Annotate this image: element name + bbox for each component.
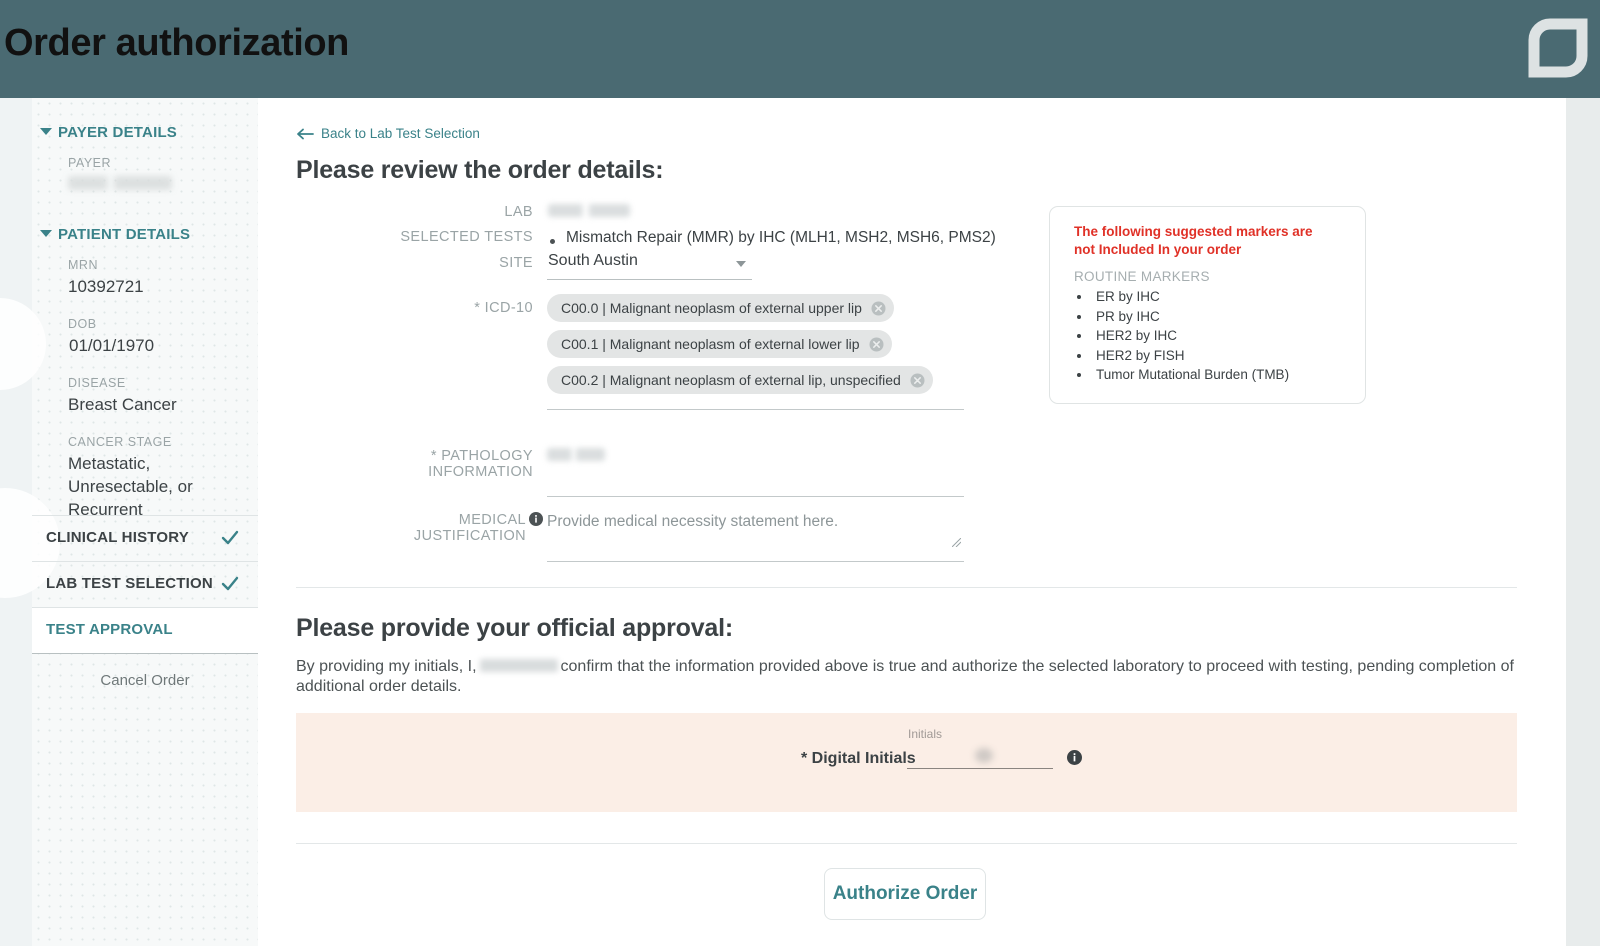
sidebar-group-patient-label: PATIENT DETAILS [58, 226, 191, 243]
icd10-chip-label: C00.0 | Malignant neoplasm of external u… [561, 300, 862, 316]
marker-item: Tumor Mutational Burden (TMB) [1092, 365, 1289, 385]
icd10-input-underline[interactable] [547, 409, 964, 410]
chevron-down-icon [40, 128, 52, 135]
info-icon[interactable] [1067, 750, 1082, 765]
dob-label: DOB [68, 317, 97, 331]
disease-value: Breast Cancer [68, 395, 177, 414]
dob-value: 01/01/1970 [69, 336, 155, 355]
digital-initials-input[interactable] [907, 745, 1053, 769]
payer-field-label: PAYER [68, 156, 112, 170]
icd10-chip[interactable]: C00.1 | Malignant neoplasm of external l… [547, 330, 892, 358]
site-selected-value: South Austin [548, 252, 638, 269]
marker-item: HER2 by IHC [1092, 326, 1289, 346]
sidebar-group-patient-details[interactable]: PATIENT DETAILS [40, 226, 190, 243]
check-icon [221, 576, 239, 591]
sidebar-step-label: CLINICAL HISTORY [46, 529, 189, 546]
routine-markers-subtitle: ROUTINE MARKERS [1074, 269, 1210, 284]
page-title: Order authorization [4, 22, 349, 64]
suggested-markers-title: The following suggested markers are not … [1074, 224, 1313, 258]
page-shell: PAYER DETAILS PAYER PATIENT DETAILS MRN … [0, 98, 1566, 946]
pathology-information-value-redacted [547, 448, 605, 461]
lab-value-redacted [548, 204, 630, 217]
close-icon[interactable] [869, 337, 884, 352]
leaf-logo-icon [1528, 18, 1588, 78]
marker-item: ER by IHC [1092, 287, 1289, 307]
divider [296, 843, 1517, 844]
sidebar-group-payer-details[interactable]: PAYER DETAILS [40, 124, 177, 141]
icd10-chip-label: C00.1 | Malignant neoplasm of external l… [561, 336, 860, 352]
approval-text-before-name: By providing my initials, I, [296, 658, 477, 675]
suggested-markers-card: The following suggested markers are not … [1049, 206, 1366, 404]
medical-justification-placeholder[interactable]: Provide medical necessity statement here… [547, 513, 838, 531]
sidebar: PAYER DETAILS PAYER PATIENT DETAILS MRN … [0, 98, 258, 946]
icd10-chip[interactable]: C00.0 | Malignant neoplasm of external u… [547, 294, 894, 322]
close-icon[interactable] [910, 373, 925, 388]
app-header: Order authorization [0, 0, 1600, 98]
site-label: SITE [499, 255, 533, 271]
main-content: Back to Lab Test Selection Please review… [258, 98, 1566, 946]
authorize-order-button[interactable]: Authorize Order [824, 868, 986, 920]
cancel-order-button[interactable]: Cancel Order [32, 672, 258, 689]
selected-test-item: Mismatch Repair (MMR) by IHC (MLH1, MSH2… [566, 229, 996, 246]
payer-field-value-redacted [68, 176, 172, 190]
info-icon[interactable] [529, 512, 543, 526]
sidebar-step-label: TEST APPROVAL [46, 621, 173, 638]
pathology-information-label: * PATHOLOGY INFORMATION [428, 448, 533, 480]
approval-heading: Please provide your official approval: [296, 614, 733, 642]
provider-name-redacted [479, 659, 558, 672]
lab-label: LAB [504, 204, 533, 220]
review-heading: Please review the order details: [296, 156, 664, 184]
disease-label: DISEASE [68, 376, 126, 390]
divider [296, 587, 1517, 588]
medical-justification-label: MEDICAL JUSTIFICATION [413, 512, 526, 544]
icd10-label: * ICD-10 [474, 300, 533, 316]
digital-initials-label: * Digital Initials [801, 750, 916, 767]
cancer-stage-label: CANCER STAGE [68, 435, 172, 449]
bullet-icon [550, 239, 555, 244]
digital-initials-panel: Initials * Digital Initials [296, 713, 1517, 812]
sidebar-group-payer-label: PAYER DETAILS [58, 124, 178, 141]
arrow-left-icon [297, 128, 314, 139]
sidebar-step-label: LAB TEST SELECTION [46, 575, 213, 592]
marker-item: PR by IHC [1092, 307, 1289, 327]
approval-statement: By providing my initials, I, confirm that… [296, 657, 1517, 698]
sidebar-step-test-approval[interactable]: TEST APPROVAL [32, 608, 258, 653]
chevron-down-icon [736, 261, 746, 267]
back-to-lab-test-selection-link[interactable]: Back to Lab Test Selection [296, 126, 480, 141]
medical-justification-underline[interactable] [547, 561, 964, 562]
chevron-down-icon [40, 230, 52, 237]
icd10-chip-label: C00.2 | Malignant neoplasm of external l… [561, 372, 901, 388]
divider [32, 653, 258, 654]
sidebar-step-clinical-history[interactable]: CLINICAL HISTORY [32, 516, 258, 561]
check-icon [221, 530, 239, 545]
resize-handle-icon[interactable] [952, 538, 961, 547]
close-icon[interactable] [871, 301, 886, 316]
back-link-label: Back to Lab Test Selection [321, 126, 480, 141]
decorative-circle [0, 298, 46, 390]
mrn-label: MRN [68, 258, 98, 272]
initials-caption: Initials [908, 727, 943, 741]
marker-item: HER2 by FISH [1092, 346, 1289, 366]
cancer-stage-value: Metastatic, Unresectable, or Recurrent [68, 454, 193, 519]
site-dropdown[interactable]: South Austin [547, 250, 752, 280]
pathology-information-input-underline[interactable] [547, 496, 964, 497]
approval-text-after-name: confirm that the information provided ab… [296, 658, 1514, 696]
sidebar-step-lab-test-selection[interactable]: LAB TEST SELECTION [32, 562, 258, 607]
order-authorization-page: Order authorization PAYER DETAILS PAYER … [0, 0, 1600, 946]
routine-markers-list: ER by IHC PR by IHC HER2 by IHC HER2 by … [1092, 287, 1289, 385]
selected-tests-label: SELECTED TESTS [400, 229, 533, 245]
icd10-chip[interactable]: C00.2 | Malignant neoplasm of external l… [547, 366, 933, 394]
mrn-value: 10392721 [68, 277, 144, 296]
digital-initials-value-redacted [975, 748, 993, 763]
